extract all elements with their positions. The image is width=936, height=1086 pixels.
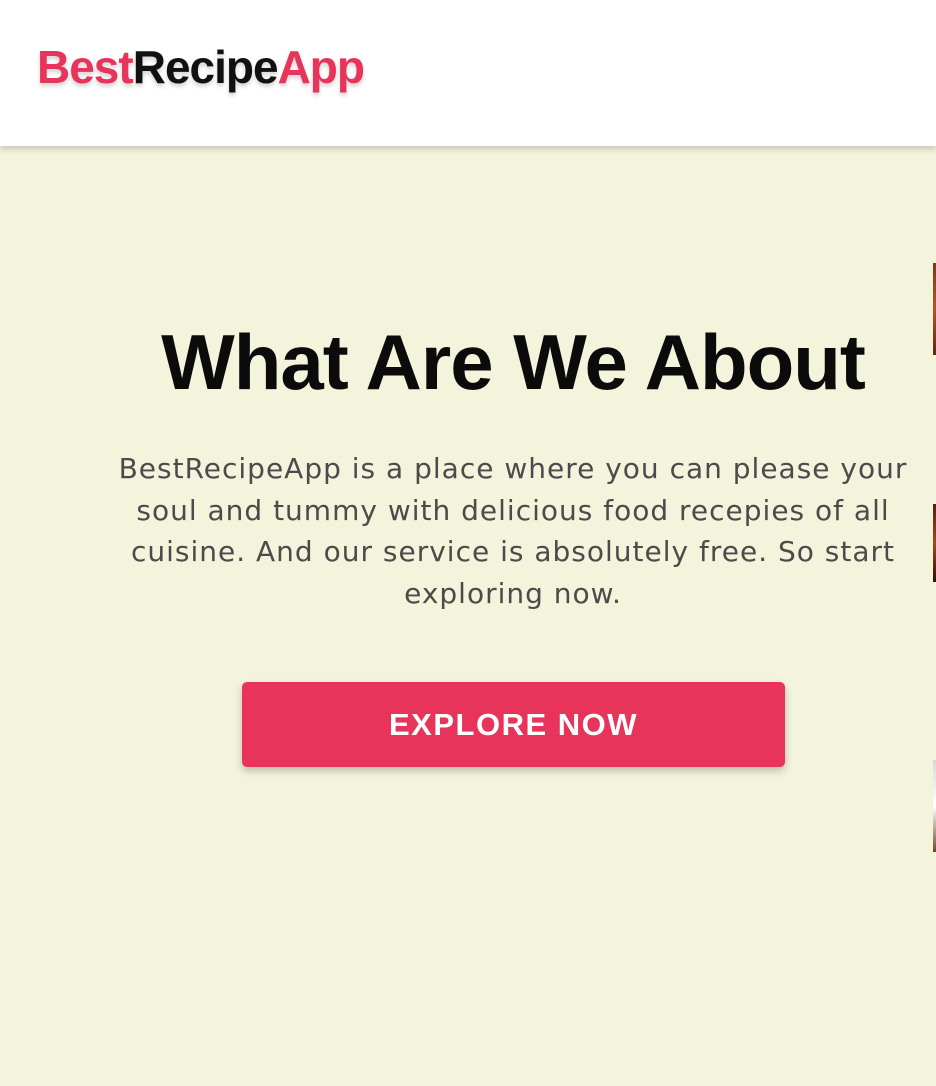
brand-logo[interactable]: BestRecipeApp	[37, 38, 365, 96]
logo-part-app: App	[277, 41, 365, 93]
hero-section: What Are We About BestRecipeApp is a pla…	[0, 146, 936, 1086]
explore-now-button[interactable]: EXPLORE NOW	[242, 682, 785, 767]
top-header: BestRecipeApp	[0, 0, 936, 146]
logo-part-best: Best	[37, 41, 134, 93]
about-description: BestRecipeApp is a place where you can p…	[118, 452, 908, 610]
logo-part-recipe: Recipe	[132, 41, 279, 93]
page-title: What Are We About	[161, 318, 866, 406]
